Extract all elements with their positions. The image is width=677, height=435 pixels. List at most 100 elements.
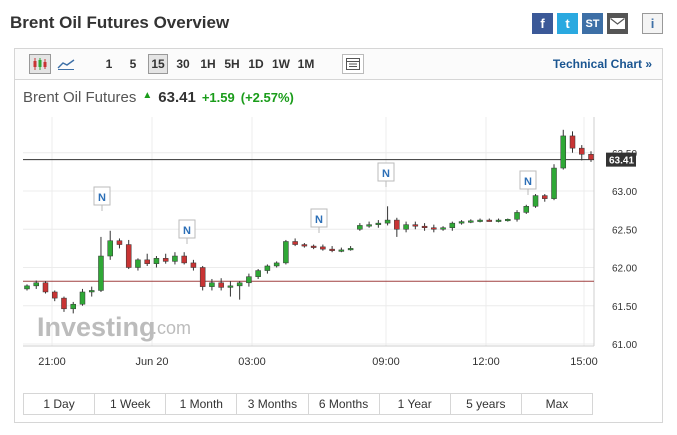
candle-body [273,262,280,267]
range-1-month[interactable]: 1 Month [166,394,238,414]
candle-body [310,245,317,248]
candle-body [532,195,539,207]
range-6-months[interactable]: 6 Months [309,394,380,414]
candle-body [144,259,150,264]
news-marker-label: N [183,225,191,237]
chart-widget: 1 5 15 30 1H 5H 1D 1W 1M Technical Chart… [14,48,663,423]
candle-body [486,219,493,222]
range-max[interactable]: Max [522,394,592,414]
y-tick-label: 63.00 [612,187,637,198]
news-marker[interactable]: N [178,219,196,244]
candle-body [569,135,576,149]
candle-body [79,291,86,305]
candle-body [88,290,95,293]
candle-body [375,222,382,225]
candle-body [107,240,113,257]
candle-body [283,241,289,264]
x-tick-label: 09:00 [372,356,400,368]
candle-body [172,255,178,262]
y-tick-label: 61.00 [612,340,637,351]
candle-body [431,227,437,230]
candle-body [162,258,169,262]
candle-body [199,267,206,287]
candle-body [24,285,30,290]
candle-body [366,224,372,227]
candle-body [514,212,520,220]
price-chart[interactable]: Investing.comNNNNN63.5063.0062.5062.0061… [15,49,662,389]
candle-body [292,241,298,245]
news-marker-label: N [382,168,390,180]
candle-body [190,262,197,268]
info-icon[interactable]: i [642,13,663,34]
range-3-months[interactable]: 3 Months [237,394,309,414]
news-marker-label: N [98,192,106,204]
twitter-icon[interactable]: t [557,13,578,34]
candle-body [542,195,548,199]
range-5-years[interactable]: 5 years [451,394,522,414]
candle-body [477,219,483,222]
candle-body [153,258,160,264]
candle-body [135,259,141,268]
candle-body [449,222,456,228]
facebook-icon[interactable]: f [532,13,553,34]
candle-body [523,206,530,213]
range-selector: 1 Day 1 Week 1 Month 3 Months 6 Months 1… [23,393,593,415]
candle-body [588,154,594,160]
candle-body [551,167,557,199]
y-tick-label: 62.50 [612,225,637,236]
news-marker-label: N [315,214,323,226]
candle-body [329,248,335,251]
range-1-week[interactable]: 1 Week [95,394,167,414]
candle-body [181,255,187,264]
candle-body [440,227,446,230]
envelope-icon[interactable] [607,13,628,34]
candle-body [357,225,363,230]
candle-body [218,282,224,288]
candle-body [560,135,567,169]
candle-body [70,303,76,310]
current-price-badge-label: 63.41 [609,156,634,167]
candle-body [33,282,39,287]
candle-body [495,219,502,222]
candle-body [246,276,252,284]
candle-body [421,225,428,228]
range-1-day[interactable]: 1 Day [24,394,96,414]
x-tick-label: Jun 20 [135,356,168,368]
share-bar: f t ST i [532,13,663,34]
watermark-suffix: .com [152,318,191,338]
candle-body [505,219,511,222]
candle-body [412,224,419,227]
x-tick-label: 03:00 [238,356,266,368]
candle-body [61,297,67,310]
candle-body [468,220,474,223]
candle-body [338,249,345,252]
candle-body [116,240,123,245]
candle-body [42,282,49,293]
candle-body [320,246,326,250]
candle-body [236,282,243,287]
candle-body [458,221,465,224]
candle-body [255,270,261,277]
x-tick-label: 12:00 [472,356,500,368]
candle-body [227,285,234,288]
candle-body [394,219,400,230]
candle-body [209,282,215,287]
candle-body [51,291,58,299]
page-title: Brent Oil Futures Overview [10,13,230,32]
candle-body [301,244,308,247]
candle-body [403,224,409,230]
range-1-year[interactable]: 1 Year [380,394,451,414]
candle-body [579,147,585,155]
y-tick-label: 62.00 [612,264,637,275]
news-marker-label: N [524,176,532,188]
watermark-text: Investing [37,312,156,342]
news-marker[interactable]: N [93,186,111,211]
news-marker[interactable]: N [377,162,395,187]
candle-body [347,248,354,251]
candle-body [384,219,391,224]
y-tick-label: 61.50 [612,302,637,313]
candle-body [264,265,271,271]
candle-body [98,255,104,291]
candle-body [125,244,132,268]
stocktwits-icon[interactable]: ST [582,13,603,34]
